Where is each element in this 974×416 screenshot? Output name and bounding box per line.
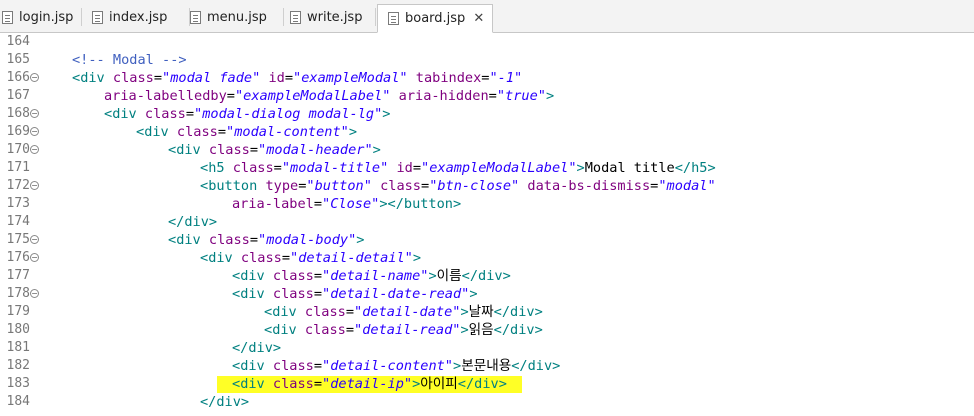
code-text: <div class="detail-ip">아이피</div> — [232, 376, 507, 392]
line-number: 180 — [6, 322, 30, 337]
line-number: 173 — [6, 196, 30, 211]
code-line: 184 </div> — [0, 393, 974, 411]
line-number: 164 — [6, 34, 30, 49]
line-number: 172 — [6, 178, 30, 193]
code-line: 168 − <div class="modal-dialog modal-lg"… — [0, 105, 974, 123]
line-number: 182 — [6, 358, 30, 373]
fold-icon[interactable]: − — [30, 127, 39, 136]
fold-icon[interactable]: − — [30, 253, 39, 262]
tab-label: write.jsp — [307, 10, 363, 25]
tab-label: board.jsp — [405, 11, 466, 26]
code-text: aria-labelledby="exampleModalLabel" aria… — [104, 88, 555, 104]
fold-icon[interactable]: − — [30, 73, 39, 82]
code-text: <div class="detail-name">이름</div> — [232, 268, 511, 284]
code-line: 177 <div class="detail-name">이름</div> — [0, 267, 974, 285]
line-number: 178 — [6, 286, 30, 301]
jsp-file-icon — [290, 11, 301, 24]
code-line: 176 − <div class="detail-detail"> — [0, 249, 974, 267]
code-line: 178 − <div class="detail-date-read"> — [0, 285, 974, 303]
line-number: 174 — [6, 214, 30, 229]
line-number: 166 — [6, 70, 30, 85]
code-text: aria-label="Close"></button> — [232, 196, 462, 212]
code-editor[interactable]: 164 165 <!-- Modal --> 166 − <div class=… — [0, 33, 974, 416]
line-number: 181 — [6, 340, 30, 355]
fold-icon[interactable]: − — [30, 235, 39, 244]
code-text: </div> — [200, 394, 250, 410]
code-text: <div class="modal-body"> — [168, 232, 365, 248]
jsp-file-icon — [388, 12, 399, 25]
fold-icon[interactable]: − — [30, 289, 39, 298]
line-number: 179 — [6, 304, 30, 319]
editor-tab-bar: login.jsp index.jsp menu.jsp write.jsp b… — [0, 0, 974, 33]
html-comment: <!-- Modal --> — [72, 52, 187, 68]
code-text: </div> — [232, 340, 282, 356]
code-line: 179 <div class="detail-date">날짜</div> — [0, 303, 974, 321]
code-line: 181 </div> — [0, 339, 974, 357]
line-number: 175 — [6, 232, 30, 247]
code-line: 169 − <div class="modal-content"> — [0, 123, 974, 141]
close-tab-icon[interactable]: ✕ — [473, 11, 484, 26]
line-number: 171 — [6, 160, 30, 175]
fold-icon[interactable]: − — [30, 181, 39, 190]
code-text: <div class="detail-date-read"> — [232, 286, 478, 302]
line-number: 184 — [6, 394, 30, 409]
tab-login-jsp[interactable]: login.jsp — [0, 4, 82, 31]
code-line: 165 <!-- Modal --> — [0, 51, 974, 69]
line-number: 168 — [6, 106, 30, 121]
jsp-file-icon — [190, 11, 201, 24]
line-number: 176 — [6, 250, 30, 265]
line-number: 169 — [6, 124, 30, 139]
code-text: <div class="modal-content"> — [136, 124, 357, 140]
tab-label: menu.jsp — [207, 10, 267, 25]
line-number: 167 — [6, 88, 30, 103]
code-text: <div class="detail-content">본문내용</div> — [232, 358, 561, 374]
tab-board-jsp[interactable]: board.jsp ✕ — [377, 4, 494, 33]
code-line: 167 aria-labelledby="exampleModalLabel" … — [0, 87, 974, 105]
line-number: 183 — [6, 376, 30, 391]
line-number: 165 — [6, 52, 30, 67]
tab-menu-jsp[interactable]: menu.jsp — [190, 4, 284, 31]
code-line: 180 <div class="detail-read">읽음</div> — [0, 321, 974, 339]
code-text: <button type="button" class="btn-close" … — [200, 178, 716, 194]
jsp-file-icon — [2, 11, 13, 24]
code-text: <div class="modal-dialog modal-lg"> — [104, 106, 391, 122]
code-line: 183 <div class="detail-ip">아이피</div> — [0, 375, 974, 393]
code-line: 173 aria-label="Close"></button> — [0, 195, 974, 213]
fold-icon[interactable]: − — [30, 109, 39, 118]
code-line: 175 − <div class="modal-body"> — [0, 231, 974, 249]
code-text: <div class="modal-header"> — [168, 142, 381, 158]
line-number: 177 — [6, 268, 30, 283]
tab-label: login.jsp — [19, 10, 74, 25]
code-text: <div class="modal fade" id="exampleModal… — [72, 70, 523, 86]
code-text: </div> — [168, 214, 218, 230]
fold-icon[interactable]: − — [30, 145, 39, 154]
jsp-file-icon — [92, 11, 103, 24]
code-line: 171 <h5 class="modal-title" id="exampleM… — [0, 159, 974, 177]
code-line: 166 − <div class="modal fade" id="exampl… — [0, 69, 974, 87]
code-text: <h5 class="modal-title" id="exampleModal… — [200, 160, 716, 176]
code-line: 172 − <button type="button" class="btn-c… — [0, 177, 974, 195]
tab-label: index.jsp — [109, 10, 168, 25]
code-line: 170 − <div class="modal-header"> — [0, 141, 974, 159]
tab-write-jsp[interactable]: write.jsp — [290, 4, 376, 31]
line-number: 170 — [6, 142, 30, 157]
code-text: <div class="detail-detail"> — [200, 250, 421, 266]
code-line: 174 </div> — [0, 213, 974, 231]
code-text: <div class="detail-date">날짜</div> — [264, 304, 543, 320]
code-line: 164 — [0, 33, 974, 51]
tab-index-jsp[interactable]: index.jsp — [92, 4, 190, 31]
code-text: <div class="detail-read">읽음</div> — [264, 322, 543, 338]
code-line: 182 <div class="detail-content">본문내용</di… — [0, 357, 974, 375]
